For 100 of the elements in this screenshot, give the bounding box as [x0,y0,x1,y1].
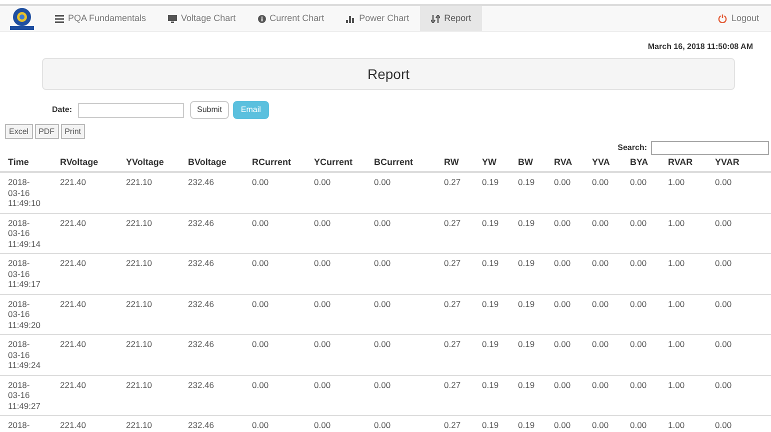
table-cell: 0.00 [366,213,436,254]
table-cell: 221.10 [118,294,180,334]
table-cell: 0.00 [622,334,660,375]
table-cell: 221.10 [118,172,180,213]
table-cell: 0.00 [546,294,584,334]
table-cell: 1.00 [660,334,707,375]
column-header[interactable]: RW [436,155,474,172]
column-header[interactable]: RVoltage [52,155,118,172]
table-cell: 2018- 03-16 11:49:20 [0,294,52,334]
table-cell: 0.19 [474,375,510,416]
column-header[interactable]: RVA [546,155,584,172]
table-cell: 0.00 [707,254,771,294]
table-cell: 0.00 [244,213,306,254]
submit-button[interactable]: Submit [190,101,229,119]
table-cell: 0.27 [436,172,474,213]
table-cell: 0.00 [244,375,306,416]
power-icon [718,14,728,23]
column-header[interactable]: YVA [584,155,622,172]
bar-chart-icon [346,14,356,22]
table-cell: 0.00 [366,375,436,416]
table-cell: 0.19 [474,254,510,294]
table-cell: 221.10 [118,254,180,294]
table-cell: 0.00 [366,254,436,294]
table-cell: 0.27 [436,375,474,416]
column-header[interactable]: YW [474,155,510,172]
table-cell: 221.10 [118,213,180,254]
column-header[interactable]: RCurrent [244,155,306,172]
table-cell: 221.40 [52,213,118,254]
column-header[interactable]: YVAR [707,155,771,172]
table-cell: 1.00 [660,213,707,254]
column-header[interactable]: BCurrent [366,155,436,172]
table-cell: 0.00 [366,172,436,213]
table-cell: 0.19 [474,416,510,432]
table-cell: 221.40 [52,334,118,375]
table-cell: 232.46 [180,213,244,254]
table-cell: 0.19 [474,172,510,213]
table-cell: 0.19 [510,172,546,213]
export-button[interactable]: Print [60,124,86,139]
column-header[interactable]: BVoltage [180,155,244,172]
table-cell: 2018- [0,416,52,432]
table-cell: 0.00 [546,334,584,375]
export-button[interactable]: PDF [34,124,59,139]
search-field[interactable] [651,141,769,155]
table-cell: 0.00 [622,375,660,416]
table-cell: 232.46 [180,294,244,334]
table-cell: 0.00 [584,254,622,294]
table-cell: 0.00 [584,416,622,432]
table-cell: 0.00 [584,294,622,334]
table-cell: 0.00 [244,334,306,375]
table-cell: 0.19 [510,375,546,416]
table-cell: 0.27 [436,334,474,375]
column-header[interactable]: YCurrent [306,155,366,172]
table-cell: 232.46 [180,416,244,432]
monitor-icon [168,14,178,22]
date-field[interactable] [78,102,184,118]
date-label: Date: [52,104,72,116]
gear-logo-icon[interactable] [7,6,37,30]
table-cell: 2018- 03-16 11:49:24 [0,334,52,375]
table-cell: 221.10 [118,334,180,375]
nav-tab[interactable]: Power Chart [335,6,420,31]
table-cell: 0.19 [474,334,510,375]
table-cell: 0.19 [510,294,546,334]
table-cell: 0.00 [707,375,771,416]
table-cell: 221.40 [52,416,118,432]
search-label: Search: [618,142,647,154]
table-cell: 221.40 [52,172,118,213]
table-cell: 0.19 [474,213,510,254]
table-cell: 1.00 [660,254,707,294]
table-cell: 0.00 [584,172,622,213]
table-cell: 0.00 [244,294,306,334]
date-time: March 16, 2018 11:50:08 AM [648,41,753,53]
table-cell: 0.00 [622,172,660,213]
table-cell: 232.46 [180,254,244,294]
table-cell: 0.00 [244,416,306,432]
table-cell: 0.19 [510,334,546,375]
list-icon [55,14,64,22]
table-cell: 0.00 [546,254,584,294]
table-cell: 2018- 03-16 11:49:17 [0,254,52,294]
table-cell: 1.00 [660,375,707,416]
table-cell: 0.00 [707,172,771,213]
table-cell: 221.40 [52,294,118,334]
nav-tab[interactable]: Report [420,6,482,31]
column-header[interactable]: Time [0,155,52,172]
table-cell: 0.19 [510,213,546,254]
nav-tab[interactable]: Voltage Chart [157,6,247,31]
nav-tab[interactable]: Current Chart [246,6,336,31]
table-cell: 0.00 [622,294,660,334]
table-cell: 0.00 [546,416,584,432]
logout-link[interactable]: Logout [706,6,771,31]
nav-tab[interactable]: PQA Fundamentals [44,6,158,31]
column-header[interactable]: RVAR [660,155,707,172]
export-button[interactable]: Excel [5,124,33,139]
column-header[interactable]: YVoltage [118,155,180,172]
table-cell: 2018- 03-16 11:49:27 [0,375,52,416]
table-cell: 0.19 [474,294,510,334]
column-header[interactable]: BW [510,155,546,172]
table-cell: 2018- 03-16 11:49:10 [0,172,52,213]
column-header[interactable]: BYA [622,155,660,172]
table-cell: 0.00 [584,334,622,375]
table-cell: 0.00 [707,334,771,375]
